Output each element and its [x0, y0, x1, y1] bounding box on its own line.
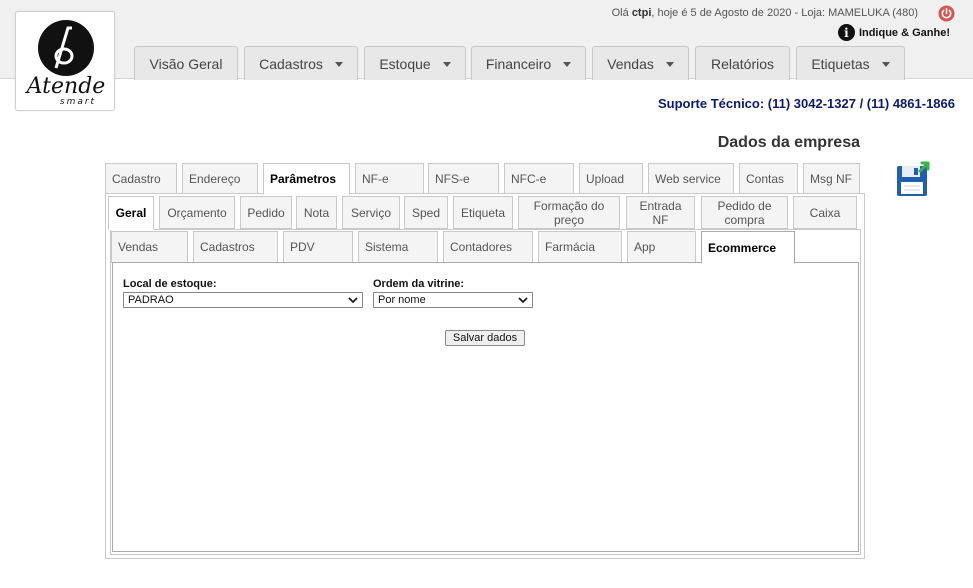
chevron-down-icon — [665, 62, 674, 67]
chevron-down-icon — [563, 62, 572, 67]
tab-vendas[interactable]: Vendas — [111, 231, 188, 263]
chevron-down-icon — [334, 62, 343, 67]
chevron-down-icon — [442, 62, 451, 67]
local-estoque-label: Local de estoque: — [123, 278, 217, 290]
user-name: ctpi — [631, 7, 652, 19]
indique-ganhe-link[interactable]: i Indique & Ganhe! — [837, 24, 950, 41]
logo-text: Atende — [25, 74, 106, 99]
chevron-down-icon — [881, 62, 890, 67]
tab-caixa[interactable]: Caixa — [793, 196, 857, 229]
save-disk-icon[interactable] — [896, 161, 932, 197]
nav-cadastros[interactable]: Cadastros — [244, 46, 358, 80]
tab-formacao-preco[interactable]: Formação do preço — [518, 196, 620, 229]
tab-web-service[interactable]: Web service — [648, 163, 734, 194]
tab-msg-nf[interactable]: Msg NF — [803, 163, 860, 194]
tab-endereco[interactable]: Endereço — [182, 163, 258, 194]
tab-parametros[interactable]: Parâmetros — [263, 163, 350, 195]
tab-etiqueta[interactable]: Etiqueta — [453, 196, 513, 229]
chevron-down-icon — [348, 297, 358, 304]
tab-nfe[interactable]: NF-e — [355, 163, 424, 194]
nav-estoque[interactable]: Estoque — [364, 46, 466, 80]
support-phone: Suporte Técnico: (11) 3042-1327 / (11) 4… — [658, 96, 955, 111]
logout-power-icon[interactable] — [938, 5, 955, 22]
chevron-down-icon — [518, 297, 528, 304]
tab-contadores[interactable]: Contadores — [443, 231, 533, 263]
tab-nota[interactable]: Nota — [296, 196, 337, 229]
tab-orcamento[interactable]: Orçamento — [159, 196, 235, 229]
tab-geral[interactable]: Geral — [108, 196, 154, 230]
ordem-vitrine-value: Por nome — [378, 294, 426, 306]
nav-financeiro[interactable]: Financeiro — [471, 46, 586, 80]
tab-pdv[interactable]: PDV — [283, 231, 353, 263]
nav-visao-geral[interactable]: Visão Geral — [134, 46, 238, 80]
tab-servico[interactable]: Serviço — [342, 196, 400, 229]
nav-etiquetas[interactable]: Etiquetas — [796, 46, 905, 80]
logo-subtext: smart — [60, 97, 96, 107]
atende-smart-logo[interactable]: Atende smart — [15, 11, 115, 111]
tab-pedido-compra[interactable]: Pedido de compra — [701, 196, 788, 229]
ordem-vitrine-label: Ordem da vitrine: — [373, 278, 465, 290]
tab-entrada-nf[interactable]: Entrada NF — [626, 196, 695, 229]
tab-contas[interactable]: Contas — [739, 163, 798, 194]
logo-mark-icon: Atende smart — [25, 20, 106, 107]
tab-cadastros[interactable]: Cadastros — [193, 231, 278, 263]
tab-sistema[interactable]: Sistema — [358, 231, 438, 263]
nav-vendas[interactable]: Vendas — [592, 46, 689, 80]
greeting-text: Olá ctpi, hoje é 5 de Agosto de 2020 - L… — [611, 7, 918, 19]
page-title: Dados da empresa — [717, 134, 860, 151]
local-estoque-value: PADRAO — [128, 294, 174, 306]
tab-nfse[interactable]: NFS-e — [428, 163, 499, 194]
tab-pedido[interactable]: Pedido — [240, 196, 292, 229]
tab-nfce[interactable]: NFC-e — [504, 163, 574, 194]
ordem-vitrine-select[interactable]: Por nome — [373, 292, 533, 308]
tab-ecommerce[interactable]: Ecommerce — [701, 231, 795, 264]
tab-cadastro[interactable]: Cadastro — [105, 163, 177, 194]
nav-relatorios[interactable]: Relatórios — [695, 46, 790, 80]
salvar-dados-button[interactable]: Salvar dados — [445, 330, 525, 346]
tab-app[interactable]: App — [627, 231, 696, 263]
info-icon: i — [837, 24, 855, 41]
tab-upload[interactable]: Upload — [579, 163, 643, 194]
tab-sped[interactable]: Sped — [404, 196, 448, 229]
indique-label: Indique & Ganhe! — [858, 26, 950, 39]
local-estoque-select[interactable]: PADRAO — [123, 292, 363, 308]
tab-farmacia[interactable]: Farmácia — [538, 231, 622, 263]
